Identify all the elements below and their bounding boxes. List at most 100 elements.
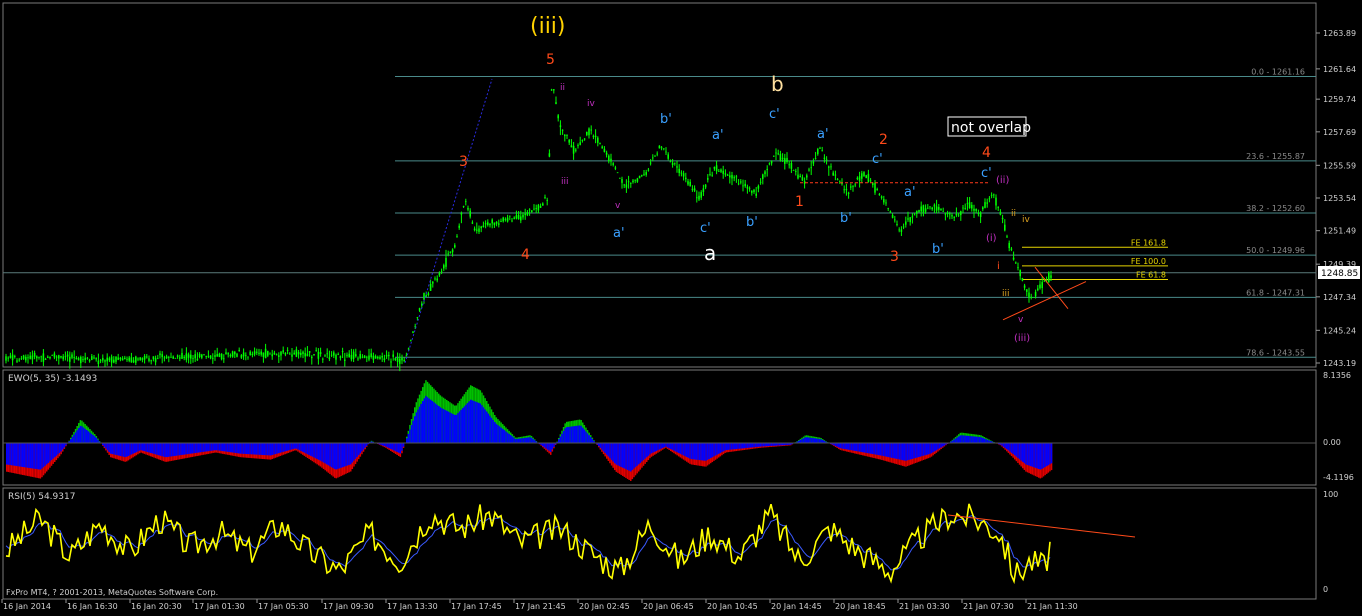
candle-body[interactable] [7, 358, 9, 359]
candle-body[interactable] [771, 161, 773, 163]
candle-body[interactable] [903, 227, 905, 228]
candle-body[interactable] [887, 208, 889, 209]
candle-body[interactable] [685, 178, 687, 180]
candle-body[interactable] [590, 130, 592, 131]
candle-body[interactable] [331, 355, 333, 356]
candle-body[interactable] [120, 358, 122, 359]
candle-body[interactable] [463, 206, 465, 207]
candle-body[interactable] [194, 354, 196, 358]
candle-body[interactable] [654, 156, 656, 157]
candle-body[interactable] [773, 156, 775, 157]
candle-body[interactable] [782, 158, 784, 159]
candle-body[interactable] [135, 357, 137, 363]
candle-body[interactable] [568, 140, 570, 143]
candle-body[interactable] [573, 146, 575, 154]
candle-body[interactable] [43, 353, 45, 361]
candle-body[interactable] [362, 357, 364, 358]
candle-body[interactable] [617, 172, 619, 173]
candle-body[interactable] [819, 148, 821, 149]
candle-body[interactable] [232, 351, 234, 356]
candle-body[interactable] [709, 174, 711, 175]
candle-body[interactable] [346, 355, 348, 356]
candle-body[interactable] [1024, 286, 1026, 288]
candle-body[interactable] [727, 175, 729, 176]
candle-body[interactable] [109, 358, 111, 360]
candle-body[interactable] [879, 194, 881, 195]
candle-body[interactable] [938, 207, 940, 210]
candle-body[interactable] [234, 352, 236, 354]
candle-body[interactable] [962, 208, 964, 209]
candle-body[interactable] [192, 358, 194, 359]
price-chart[interactable]: 0.0 - 1261.1623.6 - 1255.8738.2 - 1252.6… [3, 14, 1316, 371]
candle-body[interactable] [808, 170, 810, 171]
candle-body[interactable] [386, 355, 388, 356]
blue-trendline[interactable] [405, 79, 492, 363]
candle-body[interactable] [634, 180, 636, 181]
candle-body[interactable] [84, 358, 86, 360]
candle-body[interactable] [566, 135, 568, 136]
candle-body[interactable] [542, 204, 544, 206]
candle-body[interactable] [716, 165, 718, 171]
candle-body[interactable] [230, 355, 232, 356]
candle-body[interactable] [571, 145, 573, 147]
candle-body[interactable] [397, 358, 399, 362]
rsi-chart[interactable] [6, 504, 1135, 581]
candle-body[interactable] [423, 293, 425, 300]
candle-body[interactable] [106, 358, 108, 362]
candle-body[interactable] [733, 177, 735, 178]
candle-body[interactable] [683, 173, 685, 176]
candle-body[interactable] [89, 360, 91, 361]
candle-body[interactable] [223, 358, 225, 359]
candle-body[interactable] [214, 355, 216, 357]
candle-body[interactable] [995, 198, 997, 206]
candle-body[interactable] [150, 360, 152, 361]
candle-body[interactable] [956, 214, 958, 215]
candle-body[interactable] [241, 355, 243, 358]
candle-body[interactable] [898, 230, 900, 231]
candle-body[interactable] [766, 169, 768, 170]
candle-body[interactable] [692, 189, 694, 190]
candle-body[interactable] [674, 163, 676, 164]
candle-body[interactable] [326, 353, 328, 354]
candle-body[interactable] [513, 218, 515, 219]
candle-body[interactable] [863, 172, 865, 176]
candle-body[interactable] [12, 355, 14, 361]
candle-body[interactable] [905, 221, 907, 224]
candle-body[interactable] [989, 198, 991, 199]
candle-body[interactable] [254, 351, 256, 354]
candle-body[interactable] [366, 357, 368, 358]
candle-body[interactable] [238, 350, 240, 351]
candle-body[interactable] [447, 254, 449, 255]
candle-body[interactable] [146, 357, 148, 358]
candle-body[interactable] [667, 154, 669, 158]
candle-body[interactable] [498, 223, 500, 224]
candle-body[interactable] [786, 158, 788, 162]
candle-body[interactable] [98, 361, 100, 364]
candle-body[interactable] [890, 211, 892, 213]
candle-body[interactable] [157, 358, 159, 359]
candle-body[interactable] [516, 215, 518, 218]
candle-body[interactable] [830, 166, 832, 167]
candle-body[interactable] [430, 284, 432, 291]
candle-body[interactable] [637, 178, 639, 181]
candle-body[interactable] [260, 352, 262, 355]
candle-body[interactable] [529, 210, 531, 211]
candle-body[interactable] [505, 219, 507, 220]
candle-body[interactable] [610, 159, 612, 162]
candle-body[interactable] [588, 128, 590, 135]
candle-body[interactable] [876, 189, 878, 190]
candle-body[interactable] [894, 219, 896, 220]
candle-body[interactable] [857, 178, 859, 179]
candle-body[interactable] [489, 224, 491, 226]
candle-body[interactable] [755, 194, 757, 196]
candle-body[interactable] [375, 356, 377, 358]
candle-body[interactable] [753, 190, 755, 192]
candle-body[interactable] [1044, 280, 1046, 281]
candle-body[interactable] [278, 355, 280, 357]
candle-body[interactable] [117, 357, 119, 359]
candle-body[interactable] [91, 356, 93, 360]
candle-body[interactable] [179, 357, 181, 358]
candle-body[interactable] [23, 356, 25, 359]
candle-body[interactable] [122, 358, 124, 360]
candle-body[interactable] [639, 176, 641, 178]
